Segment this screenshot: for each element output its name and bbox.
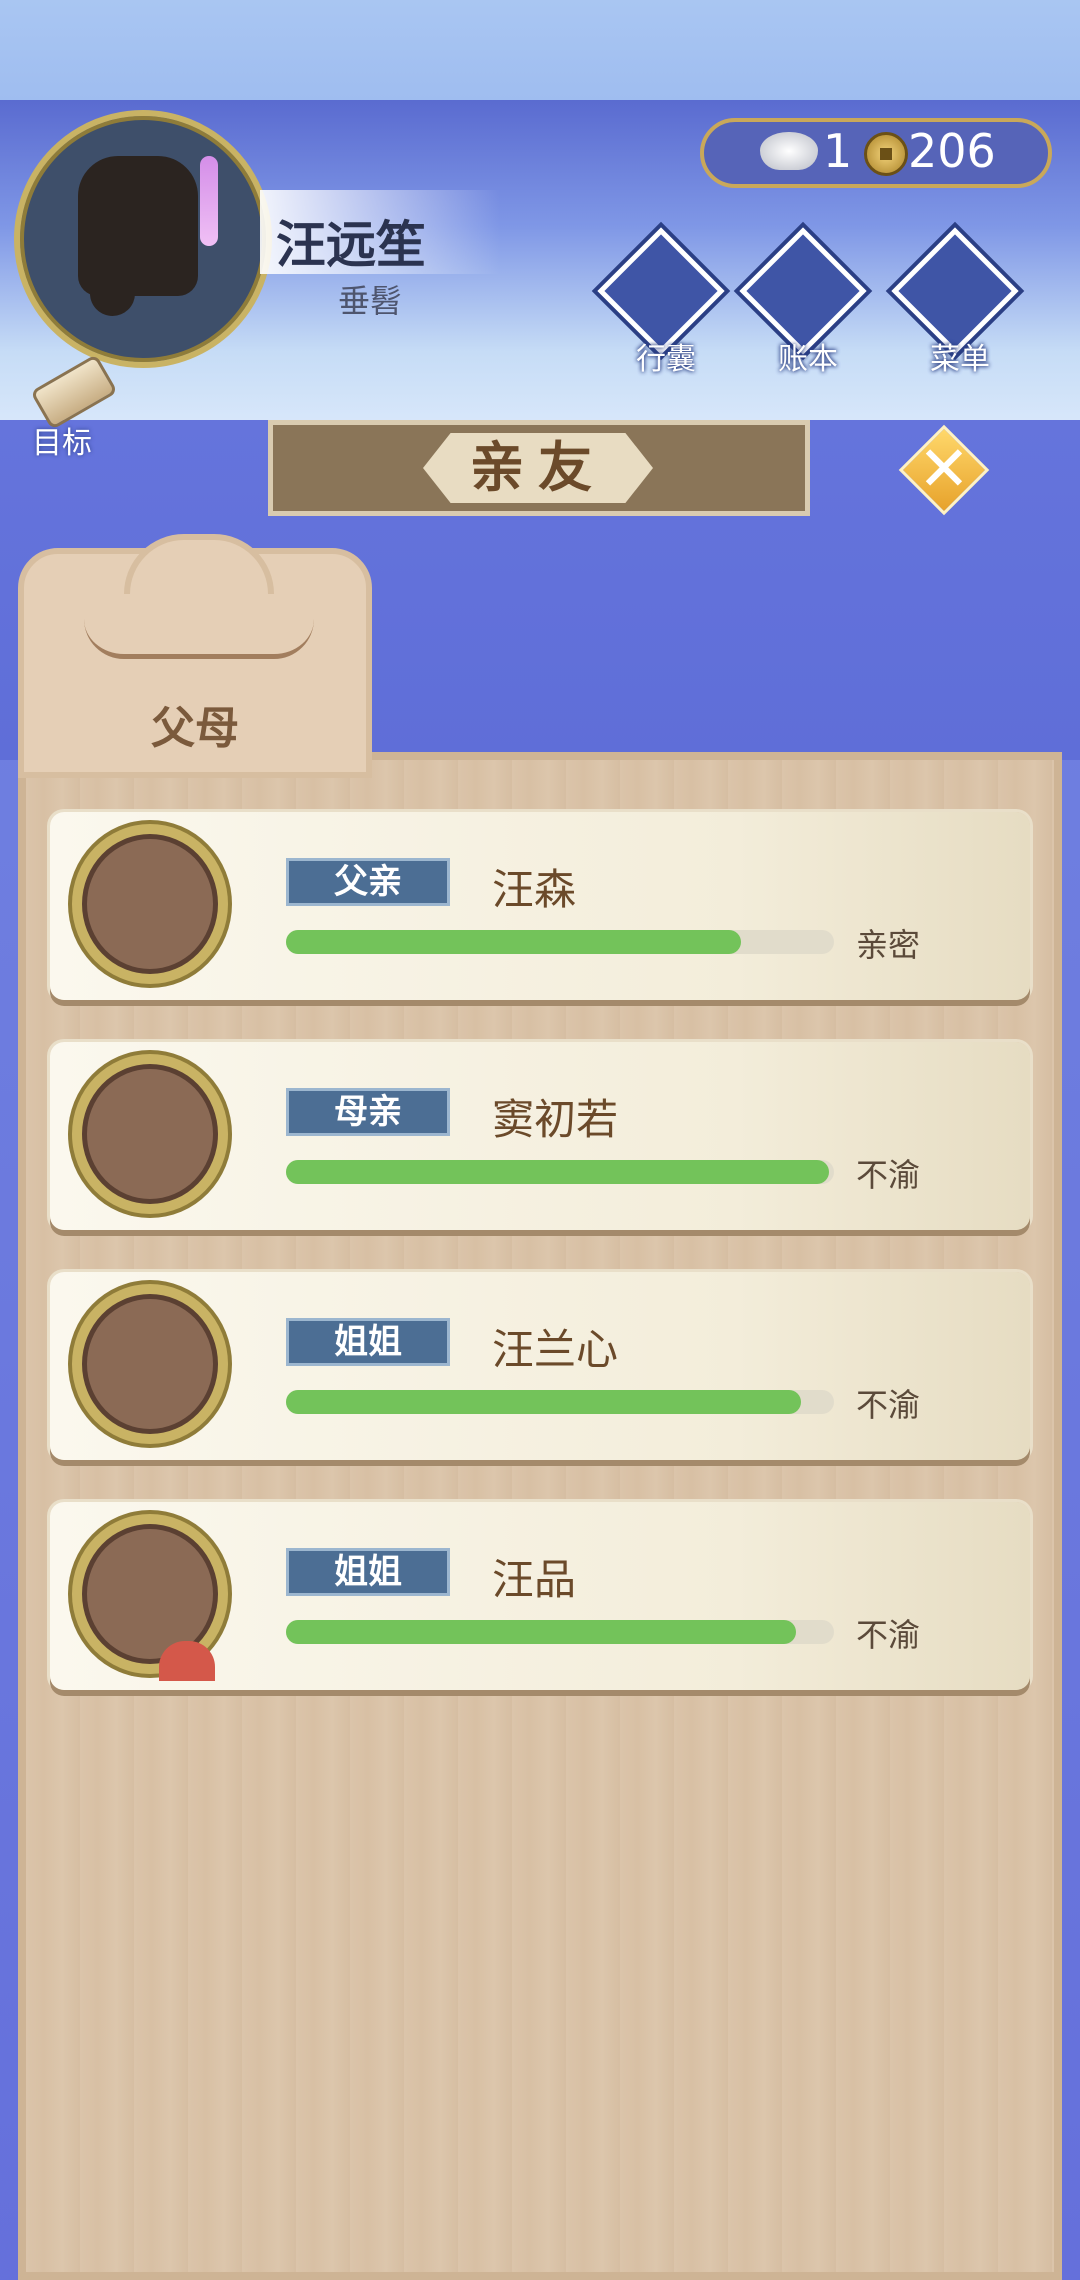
title-banner: 亲友 (268, 420, 810, 516)
relative-name: 窦初若 (492, 1095, 619, 1144)
goal-label: 目标 (32, 426, 92, 461)
affinity-bar (286, 930, 834, 954)
player-avatar[interactable] (14, 110, 272, 368)
goal-button[interactable]: 目标 (18, 353, 118, 461)
bag-button[interactable]: 行囊 (597, 227, 726, 378)
relative-card[interactable]: 父亲 汪森 亲密 (50, 812, 1030, 1000)
relation-tag: 姐姐 (286, 1548, 450, 1596)
hair-graphic-lower (90, 266, 135, 316)
avatar (82, 1294, 218, 1434)
relative-name: 汪森 (492, 865, 577, 914)
silver-ingot-icon (760, 132, 818, 170)
affinity-bar (286, 1160, 834, 1184)
robe-graphic (159, 1641, 215, 1681)
hairpin-graphic (200, 156, 218, 246)
affinity-fill (286, 1160, 829, 1184)
ledger-button[interactable]: 账本 (739, 227, 868, 378)
affinity-fill (286, 1620, 796, 1644)
coin-hole (880, 148, 892, 160)
player-name: 汪远笙 (276, 216, 426, 274)
menu-label: 菜单 (930, 342, 990, 377)
relation-status: 不渝 (856, 1386, 921, 1424)
relative-card[interactable]: 姐姐 汪兰心 不渝 (50, 1272, 1030, 1460)
relation-status: 不渝 (856, 1156, 921, 1194)
affinity-fill (286, 930, 741, 954)
tab-label: 父母 (151, 703, 239, 754)
relative-name: 汪品 (492, 1555, 577, 1604)
silver-count: 1 (823, 124, 853, 178)
player-title: 垂髫 (338, 282, 403, 320)
relative-card[interactable]: 母亲 窦初若 不渝 (50, 1042, 1030, 1230)
affinity-fill (286, 1390, 802, 1414)
menu-button[interactable]: 菜单 (891, 227, 1020, 378)
relation-tag: 母亲 (286, 1088, 450, 1136)
relative-name: 汪兰心 (492, 1325, 619, 1374)
copper-count: 206 (908, 124, 996, 178)
relation-tag: 姐姐 (286, 1318, 450, 1366)
avatar (82, 1524, 218, 1681)
ledger-label: 账本 (778, 342, 838, 377)
relative-card[interactable]: 姐姐 汪品 不渝 (50, 1502, 1030, 1690)
close-icon: ✕ (918, 432, 970, 505)
avatar (82, 1064, 218, 1204)
avatar (82, 834, 218, 974)
affinity-bar (286, 1390, 834, 1414)
page-title: 亲友 (470, 436, 606, 499)
affinity-bar (286, 1620, 834, 1644)
relation-status: 不渝 (856, 1616, 921, 1654)
relation-status: 亲密 (856, 926, 921, 964)
cloud-swirl-ornament (84, 594, 314, 659)
relation-tag: 父亲 (286, 858, 450, 906)
bag-label: 行囊 (636, 342, 696, 377)
close-button[interactable]: ✕ (894, 420, 994, 520)
tab-parents[interactable]: 父母 (18, 534, 372, 778)
